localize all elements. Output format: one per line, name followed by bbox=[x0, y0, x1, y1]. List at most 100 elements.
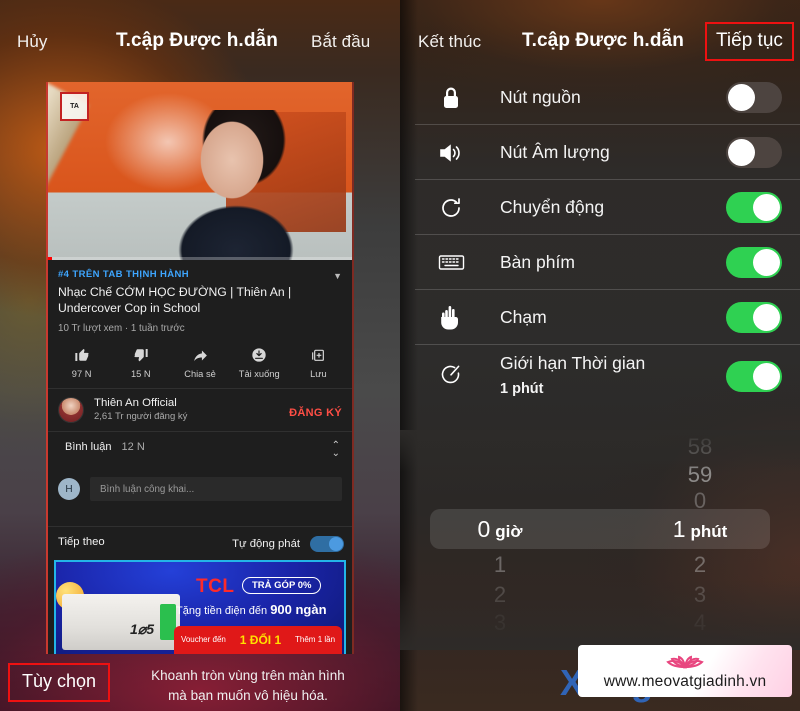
setting-toggle[interactable] bbox=[726, 247, 782, 278]
chevron-down-icon[interactable]: ▼ bbox=[333, 271, 342, 281]
ad-headline-text: Tặng tiền điện đến bbox=[176, 604, 271, 617]
share-icon bbox=[192, 346, 209, 365]
setting-toggle[interactable] bbox=[726, 361, 782, 392]
ad-product-image: 1⌀5 bbox=[62, 593, 180, 650]
ad-brand: TCL bbox=[196, 575, 235, 597]
setting-label: Nút Âm lượng bbox=[500, 142, 610, 162]
ad-voucher-big: 1 ĐỔI 1 bbox=[239, 632, 282, 647]
setting-value: 1 phút bbox=[500, 381, 544, 397]
action-save-label: Lưu bbox=[310, 368, 327, 379]
right-page-title: T.cập Được h.dẫn bbox=[522, 30, 684, 51]
picker-item[interactable]: 58 bbox=[600, 434, 800, 460]
lotus-icon bbox=[657, 646, 713, 675]
lock-icon bbox=[436, 85, 466, 111]
picker-column-minutes[interactable]: 58 59 0 1 phút 2 3 4 bbox=[600, 430, 800, 650]
picker-item[interactable]: 2 bbox=[400, 582, 600, 608]
picker-item[interactable]: 2 bbox=[600, 552, 800, 578]
site-watermark: www.meovatgiadinh.vn bbox=[578, 645, 792, 697]
sort-comments-icon[interactable]: ⌃ ⌄ bbox=[332, 440, 340, 458]
action-dislike-label: 15 N bbox=[130, 368, 151, 379]
video-actions: 97 N 15 N Chia sẻ Tải xuống Lưu bbox=[48, 341, 352, 388]
action-share[interactable]: Chia sẻ bbox=[170, 346, 229, 379]
save-icon bbox=[310, 346, 326, 365]
channel-avatar bbox=[58, 396, 84, 423]
video-meta: #4 TRÊN TAB THỊNH HÀNH Nhạc Chế CỚM HỌC … bbox=[48, 260, 352, 342]
action-like[interactable]: 97 N bbox=[52, 346, 111, 379]
next-up-label: Tiếp theo bbox=[58, 535, 105, 548]
touch-icon bbox=[436, 305, 466, 331]
picker-column-hours[interactable]: 0 giờ 1 2 3 bbox=[400, 430, 600, 650]
keyboard-icon bbox=[436, 253, 466, 272]
watermark-url: www.meovatgiadinh.vn bbox=[603, 673, 767, 690]
trending-badge: #4 TRÊN TAB THỊNH HÀNH bbox=[58, 269, 190, 280]
ad-headline: Tặng tiền điện đến 900 ngàn bbox=[176, 602, 327, 617]
action-share-label: Chia sẻ bbox=[184, 368, 216, 379]
action-save[interactable]: Lưu bbox=[289, 346, 348, 379]
picker-item[interactable]: 4 bbox=[600, 610, 800, 636]
action-download[interactable]: Tải xuống bbox=[230, 346, 289, 379]
autoplay-label: Tự động phát bbox=[232, 537, 300, 550]
picker-item[interactable]: 1 bbox=[400, 552, 600, 578]
setting-toggle[interactable] bbox=[726, 137, 782, 168]
subscribe-button[interactable]: ĐĂNG KÝ bbox=[289, 407, 342, 419]
picker-selected-hours-unit: giờ bbox=[495, 522, 523, 541]
instruction-line-1: Khoanh tròn vùng trên màn hình bbox=[151, 668, 345, 683]
left-page-title: T.cập Được h.dẫn bbox=[116, 30, 278, 51]
ad-voucher-left: Voucher đến bbox=[180, 635, 226, 645]
video-person bbox=[174, 110, 324, 260]
comments-heading-label: Bình luận bbox=[65, 440, 112, 453]
ad-voucher-bar: Voucher đến 1 ĐỔI 1 Thêm 1 lần bbox=[174, 625, 342, 654]
autoplay-toggle[interactable] bbox=[310, 535, 344, 552]
rotate-icon bbox=[436, 195, 466, 221]
setting-row-power-button[interactable]: Nút nguồn bbox=[400, 70, 800, 125]
picker-item[interactable]: 3 bbox=[600, 582, 800, 608]
picker-item[interactable]: 3 bbox=[400, 610, 600, 636]
advertisement-banner[interactable]: 1⌀5 TCL TRẢ GÓP 0% Tặng tiền điện đến 90… bbox=[54, 559, 346, 654]
action-like-label: 97 N bbox=[71, 368, 92, 379]
setting-toggle[interactable] bbox=[726, 82, 782, 113]
setting-toggle[interactable] bbox=[726, 302, 782, 333]
left-topbar: Hủy T.cập Được h.dẫn Bắt đầu bbox=[0, 0, 400, 68]
picker-selected-minutes-value: 1 bbox=[672, 516, 686, 542]
setting-row-keyboard[interactable]: Bàn phím bbox=[400, 235, 800, 290]
setting-label: Chạm bbox=[500, 307, 547, 327]
channel-name: Thiên An Official bbox=[94, 397, 177, 410]
setting-row-motion[interactable]: Chuyển động bbox=[400, 180, 800, 235]
video-title: Nhạc Chế CỚM HỌC ĐƯỜNG | Thiên An | Unde… bbox=[58, 285, 292, 316]
ad-headline-amount: 900 ngàn bbox=[270, 601, 327, 617]
setting-row-time-limit[interactable]: Giới hạn Thời gian 1 phút bbox=[400, 345, 800, 407]
picker-item[interactable]: 59 bbox=[600, 462, 800, 488]
action-dislike[interactable]: 15 N bbox=[111, 346, 170, 379]
thumbs-up-icon bbox=[74, 346, 90, 365]
ad-pill: TRẢ GÓP 0% bbox=[242, 576, 322, 594]
setting-label: Chuyển động bbox=[500, 197, 605, 217]
setting-label: Bàn phím bbox=[500, 252, 575, 272]
comments-count: 12 N bbox=[121, 440, 145, 453]
comments-section[interactable]: Bình luận 12 N ⌃ ⌄ H Bình luận công khai.… bbox=[48, 431, 352, 526]
channel-row[interactable]: Thiên An Official 2,61 Tr người đăng ký … bbox=[48, 388, 352, 431]
video-player[interactable]: TA bbox=[48, 82, 352, 260]
setting-toggle[interactable] bbox=[726, 192, 782, 223]
next-up-row: Tiếp theo Tự động phát bbox=[48, 526, 352, 557]
instruction-line-2: mà bạn muốn vô hiệu hóa. bbox=[168, 687, 328, 703]
time-picker[interactable]: 0 giờ 1 2 3 58 59 0 1 phút 2 3 4 bbox=[400, 430, 800, 650]
end-button[interactable]: Kết thúc bbox=[418, 32, 481, 52]
comment-input[interactable]: Bình luận công khai... bbox=[90, 477, 342, 502]
download-icon bbox=[251, 346, 267, 365]
instruction-text: Khoanh tròn vùng trên màn hình mà bạn mu… bbox=[103, 666, 393, 705]
channel-stamp-icon: TA bbox=[60, 92, 89, 121]
setting-row-touch[interactable]: Chạm bbox=[400, 290, 800, 345]
ad-product-number: 1⌀5 bbox=[129, 620, 154, 637]
setting-label: Nút nguồn bbox=[500, 87, 581, 107]
options-button[interactable]: Tùy chọn bbox=[8, 663, 111, 702]
screenshot-root: Hủy T.cập Được h.dẫn Bắt đầu Kết thúc T.… bbox=[0, 0, 800, 711]
picker-item[interactable]: 0 bbox=[600, 488, 800, 514]
video-stats: 10 Tr lượt xem · 1 tuần trước bbox=[58, 322, 185, 334]
setting-row-volume-button[interactable]: Nút Âm lượng bbox=[400, 125, 800, 180]
timer-icon bbox=[436, 363, 466, 387]
cancel-button[interactable]: Hủy bbox=[17, 32, 48, 52]
picker-selected-hours[interactable]: 0 giờ bbox=[400, 516, 600, 543]
continue-button[interactable]: Tiếp tục bbox=[705, 22, 794, 61]
start-button[interactable]: Bắt đầu bbox=[311, 32, 370, 52]
picker-selected-minutes[interactable]: 1 phút bbox=[600, 516, 800, 543]
